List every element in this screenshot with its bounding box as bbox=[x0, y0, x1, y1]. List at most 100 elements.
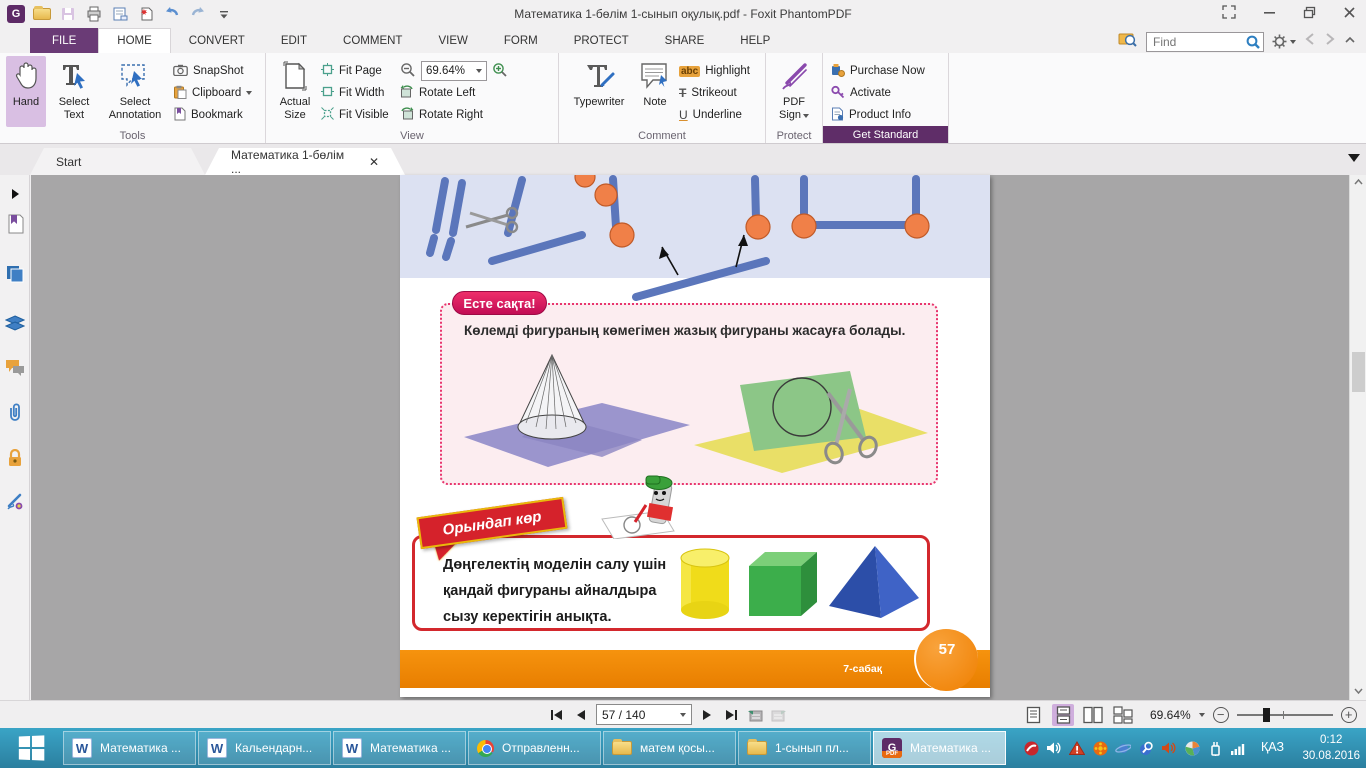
next-page-button[interactable] bbox=[698, 705, 716, 725]
tab-view[interactable]: VIEW bbox=[420, 28, 485, 53]
get-standard-label[interactable]: Get Standard bbox=[823, 126, 948, 143]
tray-volume-icon[interactable] bbox=[1046, 740, 1062, 756]
layers-panel-icon[interactable] bbox=[4, 313, 26, 335]
select-annotation-button[interactable]: Select Annotation bbox=[102, 56, 168, 127]
taskbar-button-chrome[interactable]: Отправленн... bbox=[468, 731, 601, 765]
tray-antivirus-icon[interactable] bbox=[1092, 740, 1108, 756]
restore-button[interactable] bbox=[1300, 4, 1318, 20]
tray-red-swirl-icon[interactable] bbox=[1023, 740, 1039, 756]
taskbar-button-word-1[interactable]: W Математика ... bbox=[63, 731, 196, 765]
actual-size-button[interactable]: Actual Size bbox=[274, 56, 316, 127]
pdf-page[interactable]: Есте сақта! Көлемді фигураның көмегімен … bbox=[400, 175, 990, 697]
status-zoom-value[interactable]: 69.64% bbox=[1150, 708, 1191, 722]
rotate-right-button[interactable]: Rotate Right bbox=[400, 104, 550, 126]
print-icon[interactable] bbox=[84, 4, 104, 24]
foxit-logo-icon[interactable]: G bbox=[6, 4, 26, 24]
underline-button[interactable]: U Underline bbox=[679, 104, 757, 126]
tab-edit[interactable]: EDIT bbox=[263, 28, 325, 53]
rotate-left-button[interactable]: Rotate Left bbox=[400, 82, 550, 104]
fullscreen-toggle-icon[interactable] bbox=[1220, 4, 1238, 20]
expand-panel-icon[interactable] bbox=[4, 183, 26, 205]
taskbar-button-word-3[interactable]: W Математика ... bbox=[333, 731, 466, 765]
doc-tab-close-icon[interactable]: ✕ bbox=[369, 155, 379, 169]
zoom-combo[interactable]: 69.64% bbox=[421, 61, 487, 81]
tray-warning-icon[interactable] bbox=[1069, 740, 1085, 756]
bookmarks-panel-icon[interactable] bbox=[4, 213, 26, 235]
doc-tab-active[interactable]: Математика 1-бөлім ... ✕ bbox=[205, 148, 405, 175]
taskbar-button-folder-2[interactable]: 1-сынып пл... bbox=[738, 731, 871, 765]
tray-power-plug-icon[interactable] bbox=[1207, 740, 1223, 756]
strikeout-button[interactable]: T Strikeout bbox=[679, 82, 757, 104]
tab-comment[interactable]: COMMENT bbox=[325, 28, 420, 53]
comments-panel-icon[interactable] bbox=[4, 357, 26, 379]
continuous-facing-layout-icon[interactable] bbox=[1112, 704, 1134, 726]
tray-red-volume-icon[interactable] bbox=[1161, 740, 1177, 756]
first-page-button[interactable] bbox=[548, 705, 566, 725]
collapse-ribbon-icon[interactable] bbox=[1344, 33, 1356, 51]
fit-width-button[interactable]: Fit Width bbox=[321, 82, 395, 104]
tray-search-tool-icon[interactable] bbox=[1138, 740, 1154, 756]
email-icon[interactable] bbox=[110, 4, 130, 24]
open-file-icon[interactable] bbox=[32, 4, 52, 24]
vertical-scrollbar[interactable] bbox=[1349, 175, 1366, 700]
taskbar-button-foxit-active[interactable]: G PDF Математика ... bbox=[873, 731, 1006, 765]
taskbar-button-folder-1[interactable]: матем қосы... bbox=[603, 731, 736, 765]
minimize-button[interactable] bbox=[1260, 4, 1278, 20]
zoom-in-icon[interactable] bbox=[492, 62, 508, 80]
tab-convert[interactable]: CONVERT bbox=[171, 28, 263, 53]
scroll-up-icon[interactable] bbox=[1354, 178, 1363, 188]
security-panel-icon[interactable] bbox=[4, 447, 26, 469]
clipboard-button[interactable]: Clipboard bbox=[173, 82, 257, 104]
tab-help[interactable]: HELP bbox=[722, 28, 788, 53]
purchase-now-button[interactable]: Purchase Now bbox=[831, 60, 940, 82]
taskbar-clock[interactable]: 0:12 30.08.2016 bbox=[1302, 732, 1360, 764]
tab-form[interactable]: FORM bbox=[486, 28, 556, 53]
undo-icon[interactable] bbox=[162, 4, 182, 24]
fit-page-button[interactable]: Fit Page bbox=[321, 60, 395, 82]
pdf-sign-button[interactable]: PDF Sign bbox=[774, 56, 814, 127]
tab-home[interactable]: HOME bbox=[98, 28, 171, 53]
continuous-layout-icon[interactable] bbox=[1052, 704, 1074, 726]
taskbar-button-word-2[interactable]: W Кальендарн... bbox=[198, 731, 331, 765]
doc-tab-start[interactable]: Start bbox=[30, 148, 205, 175]
tray-network-signal-icon[interactable] bbox=[1230, 740, 1246, 756]
attachments-panel-icon[interactable] bbox=[4, 401, 26, 423]
single-page-layout-icon[interactable] bbox=[1022, 704, 1044, 726]
note-button[interactable]: Note bbox=[636, 56, 674, 127]
tab-protect[interactable]: PROTECT bbox=[556, 28, 647, 53]
fit-visible-button[interactable]: Fit Visible bbox=[321, 104, 395, 126]
language-indicator[interactable]: ҚАЗ bbox=[1261, 740, 1284, 754]
product-info-button[interactable]: Product Info bbox=[831, 104, 940, 126]
tab-share[interactable]: SHARE bbox=[647, 28, 723, 53]
status-zoom-caret-icon[interactable] bbox=[1198, 713, 1205, 717]
find-magnifier-icon[interactable] bbox=[1246, 35, 1261, 55]
start-button[interactable] bbox=[0, 728, 62, 768]
next-view-icon[interactable] bbox=[770, 705, 788, 725]
bookmark-button[interactable]: Bookmark bbox=[173, 104, 257, 126]
zoom-slider[interactable] bbox=[1236, 708, 1333, 722]
zoom-minus-button[interactable]: − bbox=[1212, 707, 1229, 723]
snapshot-button[interactable]: SnapShot bbox=[173, 60, 257, 82]
new-document-icon[interactable] bbox=[136, 4, 156, 24]
close-button[interactable] bbox=[1340, 4, 1358, 20]
select-text-button[interactable]: Select Text bbox=[51, 56, 97, 127]
page-number-combo[interactable]: 57 / 140 bbox=[596, 704, 692, 725]
scroll-down-icon[interactable] bbox=[1354, 687, 1363, 697]
previous-view-icon[interactable] bbox=[746, 705, 764, 725]
tab-file[interactable]: FILE bbox=[30, 28, 99, 53]
find-settings-gear-icon[interactable] bbox=[1272, 34, 1296, 49]
zoom-out-icon[interactable] bbox=[400, 62, 416, 80]
last-page-button[interactable] bbox=[722, 705, 740, 725]
signatures-panel-icon[interactable] bbox=[4, 491, 26, 513]
hand-tool-button[interactable]: Hand bbox=[6, 56, 46, 127]
scrollbar-thumb[interactable] bbox=[1352, 352, 1365, 392]
activate-button[interactable]: Activate bbox=[831, 82, 940, 104]
previous-page-button[interactable] bbox=[572, 705, 590, 725]
zoom-slider-thumb[interactable] bbox=[1262, 708, 1270, 722]
find-next-icon[interactable] bbox=[1324, 32, 1336, 51]
facing-layout-icon[interactable] bbox=[1082, 704, 1104, 726]
highlight-button[interactable]: abc Highlight bbox=[679, 60, 757, 82]
zoom-plus-button[interactable]: + bbox=[1340, 707, 1357, 723]
redo-icon[interactable] bbox=[188, 4, 208, 24]
tab-list-dropdown-icon[interactable] bbox=[1348, 154, 1360, 162]
